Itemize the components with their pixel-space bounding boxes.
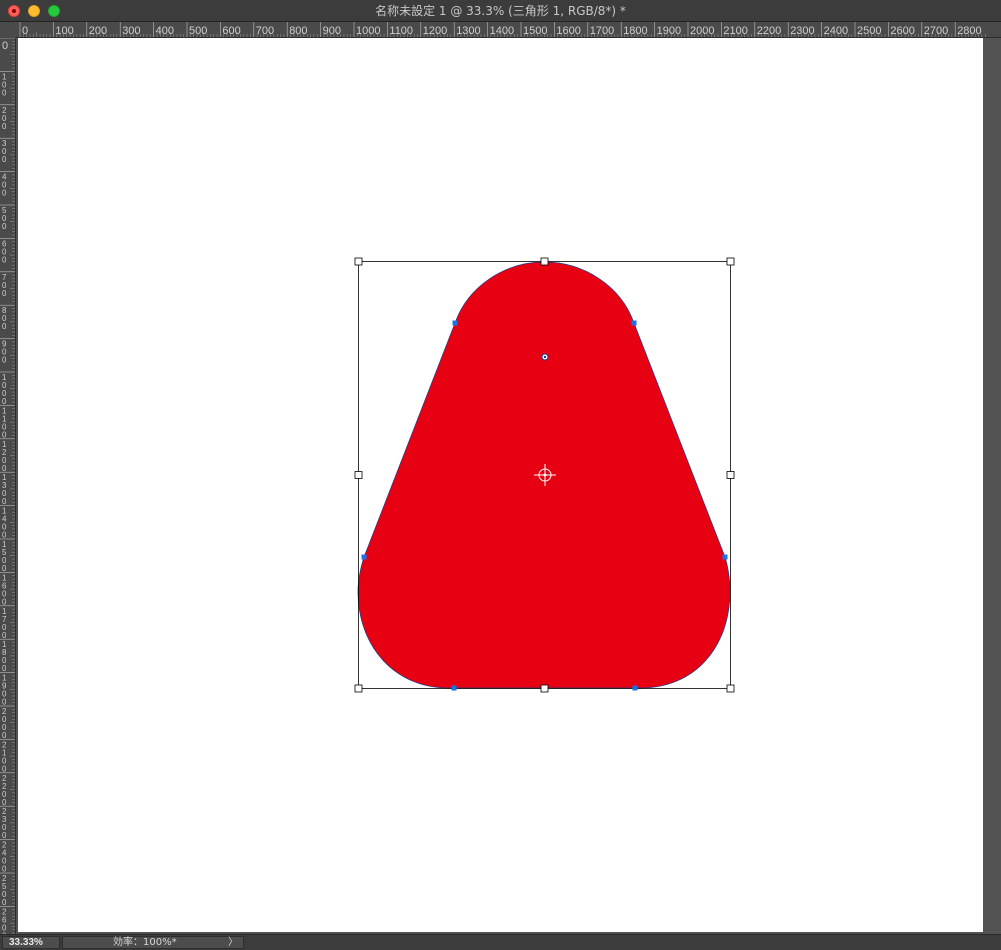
ruler-label: 400 bbox=[2, 173, 7, 198]
shape-layer[interactable] bbox=[16, 38, 1001, 934]
path-anchor-point[interactable] bbox=[722, 554, 728, 560]
ruler-label: 500 bbox=[189, 25, 207, 37]
ruler-label: 1600 bbox=[556, 25, 580, 37]
ruler-label: 2500 bbox=[2, 874, 7, 907]
vertical-ruler-scale: 0 1 0 0 2 0 0 3 0 0 4 0 0 5 0 0 6 0 0 7 0 0 8 0 0 9 0 0 1 0 0 01 1 0 01 2 0 0… bbox=[0, 38, 15, 934]
ruler-label: 1900 bbox=[657, 25, 681, 37]
ruler-label: 2400 bbox=[824, 25, 848, 37]
vertical-ruler[interactable]: 0 100 200 300 400 500 600 700 800 900 100011001200… bbox=[0, 38, 16, 934]
ruler-label: 1500 bbox=[523, 25, 547, 37]
ruler-label: 1700 bbox=[2, 607, 7, 640]
ruler-label: 2300 bbox=[790, 25, 814, 37]
ruler-label: 300 bbox=[122, 25, 140, 37]
ruler-label: 1200 bbox=[2, 440, 7, 473]
ruler-label: 1600 bbox=[2, 573, 7, 606]
transform-handle[interactable] bbox=[540, 257, 549, 266]
ruler-label: 300 bbox=[2, 139, 7, 164]
ruler-label: 0 bbox=[22, 25, 28, 37]
ruler-label: 600 bbox=[2, 239, 7, 264]
path-anchor-point[interactable] bbox=[451, 685, 457, 691]
ruler-label: 2100 bbox=[2, 740, 7, 773]
ruler-label: 400 bbox=[156, 25, 174, 37]
ruler-label: 2300 bbox=[2, 807, 7, 840]
ruler-label: 2000 bbox=[690, 25, 714, 37]
status-bar: 33.33% 効率：100%* 〉 bbox=[0, 934, 1001, 950]
ruler-label: 1100 bbox=[2, 406, 7, 439]
ruler-label: 0 bbox=[2, 40, 8, 52]
ruler-label: 700 bbox=[2, 273, 7, 298]
canvas-area[interactable] bbox=[16, 38, 1001, 934]
ruler-label: 1700 bbox=[590, 25, 614, 37]
transform-handle[interactable] bbox=[354, 684, 363, 693]
ruler-label: 1800 bbox=[623, 25, 647, 37]
chevron-right-icon[interactable]: 〉 bbox=[228, 937, 238, 949]
ruler-label: 200 bbox=[2, 106, 7, 131]
ruler-label: 900 bbox=[2, 340, 7, 365]
horizontal-ruler-scale: 0 100 200 300 400 500 600 700 800 900 1000 1100 1200… bbox=[19, 22, 986, 37]
ruler-label: 2700 bbox=[924, 25, 948, 37]
document-info-field[interactable]: 効率：100%* 〉 bbox=[62, 936, 244, 949]
window-title: 名称未設定 1 @ 33.3% (三角形 1, RGB/8*) * bbox=[375, 4, 626, 18]
ruler-label: 2800 bbox=[957, 25, 981, 37]
zoom-level-field[interactable]: 33.33% bbox=[2, 936, 60, 949]
path-anchor-point[interactable] bbox=[631, 320, 637, 326]
ruler-label: 1300 bbox=[456, 25, 480, 37]
transform-handle[interactable] bbox=[726, 684, 735, 693]
ruler-label: 2600 bbox=[890, 25, 914, 37]
reference-point-icon[interactable] bbox=[541, 353, 549, 361]
path-anchor-point[interactable] bbox=[632, 685, 638, 691]
transform-handle[interactable] bbox=[726, 257, 735, 266]
transform-handle[interactable] bbox=[726, 471, 735, 479]
transform-handle[interactable] bbox=[540, 684, 549, 693]
ruler-label: 2500 bbox=[857, 25, 881, 37]
ruler-label: 2400 bbox=[2, 841, 7, 874]
ruler-label: 800 bbox=[289, 25, 307, 37]
ruler-label: 1800 bbox=[2, 640, 7, 673]
ruler-label: 100 bbox=[55, 25, 73, 37]
ruler-label: 500 bbox=[2, 206, 7, 231]
path-anchor-point[interactable] bbox=[361, 554, 367, 560]
ruler-label: 2200 bbox=[2, 774, 7, 807]
ruler-label: 1100 bbox=[389, 25, 413, 37]
ruler-label: 2000 bbox=[2, 707, 7, 740]
transform-handle[interactable] bbox=[354, 471, 363, 479]
path-anchor-point[interactable] bbox=[452, 320, 458, 326]
ruler-label: 1900 bbox=[2, 674, 7, 707]
ruler-label: 1400 bbox=[2, 507, 7, 540]
ruler-label: 1400 bbox=[490, 25, 514, 37]
efficiency-status: 効率：100%* bbox=[113, 937, 177, 948]
ruler-label: 600 bbox=[222, 25, 240, 37]
ruler-label: 900 bbox=[323, 25, 341, 37]
ruler-label: 2100 bbox=[723, 25, 747, 37]
ruler-label: 1000 bbox=[356, 25, 380, 37]
ruler-label: 1500 bbox=[2, 540, 7, 573]
ruler-label: 2200 bbox=[757, 25, 781, 37]
ruler-label: 200 bbox=[89, 25, 107, 37]
ruler-label: 2600 bbox=[2, 907, 7, 934]
ruler-label: 1200 bbox=[423, 25, 447, 37]
ruler-label: 700 bbox=[256, 25, 274, 37]
title-bar: 名称未設定 1 @ 33.3% (三角形 1, RGB/8*) * bbox=[0, 0, 1001, 22]
ruler-label: 800 bbox=[2, 306, 7, 331]
transform-handle[interactable] bbox=[354, 257, 363, 266]
ruler-label: 100 bbox=[2, 72, 7, 97]
ruler-label: 1300 bbox=[2, 473, 7, 506]
ruler-origin[interactable] bbox=[0, 22, 16, 38]
ruler-label: 1000 bbox=[2, 373, 7, 406]
horizontal-ruler[interactable]: 0 100 200 300 400 500 600 700 800 900 1000 1100 1200… bbox=[16, 22, 1001, 38]
